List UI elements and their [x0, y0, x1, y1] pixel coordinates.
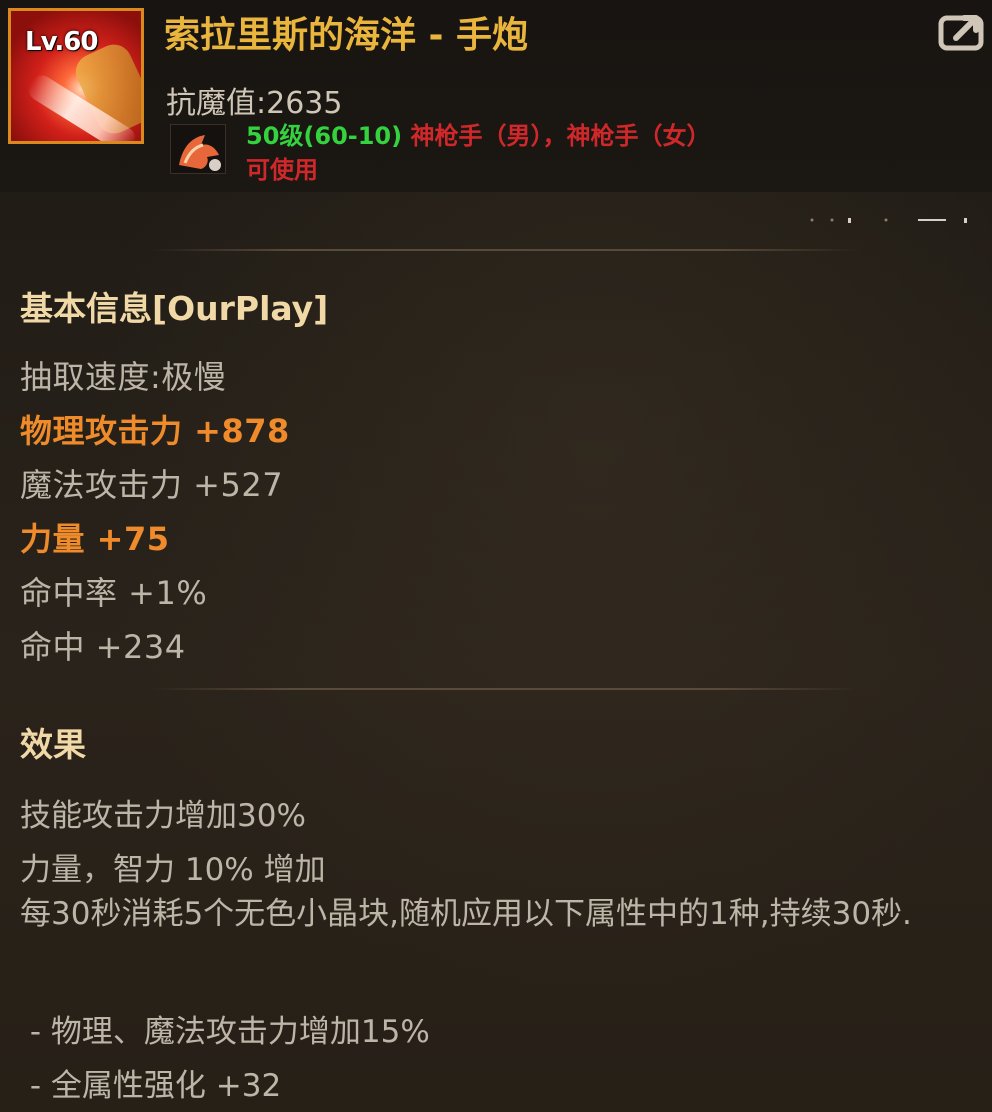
tooltip-header: Lv.60 索拉里斯的海洋 - 手炮 抗魔值:2635 50级(60-10) 神…	[0, 0, 992, 192]
effect-line: 每30秒消耗5个无色小晶块,随机应用以下属性中的1种,持续30秒.	[20, 896, 912, 932]
stat-physical-attack: 物理攻击力 +878	[20, 412, 290, 450]
decorative-dots	[806, 210, 976, 223]
section-divider	[150, 249, 860, 251]
level-requirement: 50级(60-10)	[246, 122, 403, 150]
stat-hit: 命中 +234	[20, 628, 186, 666]
share-icon[interactable]	[938, 8, 988, 52]
usable-status: 可使用	[246, 156, 318, 184]
item-name: 索拉里斯的海洋 - 手炮	[164, 15, 529, 56]
class-requirement: 神枪手（男），神枪手（女）	[410, 122, 711, 150]
effect-subline: - 全属性强化 +32	[20, 1068, 282, 1104]
section-divider	[150, 688, 860, 690]
stat-hit-rate: 命中率 +1%	[20, 574, 208, 612]
effect-line: 力量，智力 10% 增加	[20, 852, 326, 888]
hand-cannon-icon[interactable]: Lv.60	[8, 8, 144, 144]
stat-draw-speed: 抽取速度:极慢	[20, 358, 227, 396]
item-tooltip: Lv.60 索拉里斯的海洋 - 手炮 抗魔值:2635 50级(60-10) 神…	[0, 0, 992, 1112]
effect-subline: - 物理、魔法攻击力增加15%	[20, 1014, 430, 1050]
stat-magic-attack: 魔法攻击力 +527	[20, 466, 284, 504]
basic-info-title: 基本信息[OurPlay]	[20, 289, 329, 328]
gunner-class-icon	[170, 124, 226, 174]
requirement-line: 50级(60-10) 神枪手（男），神枪手（女）	[246, 116, 710, 151]
effects-title: 效果	[20, 725, 86, 764]
stat-strength: 力量 +75	[20, 520, 170, 558]
effect-line: 技能攻击力增加30%	[20, 798, 306, 834]
item-level-badge: Lv.60	[25, 27, 98, 57]
